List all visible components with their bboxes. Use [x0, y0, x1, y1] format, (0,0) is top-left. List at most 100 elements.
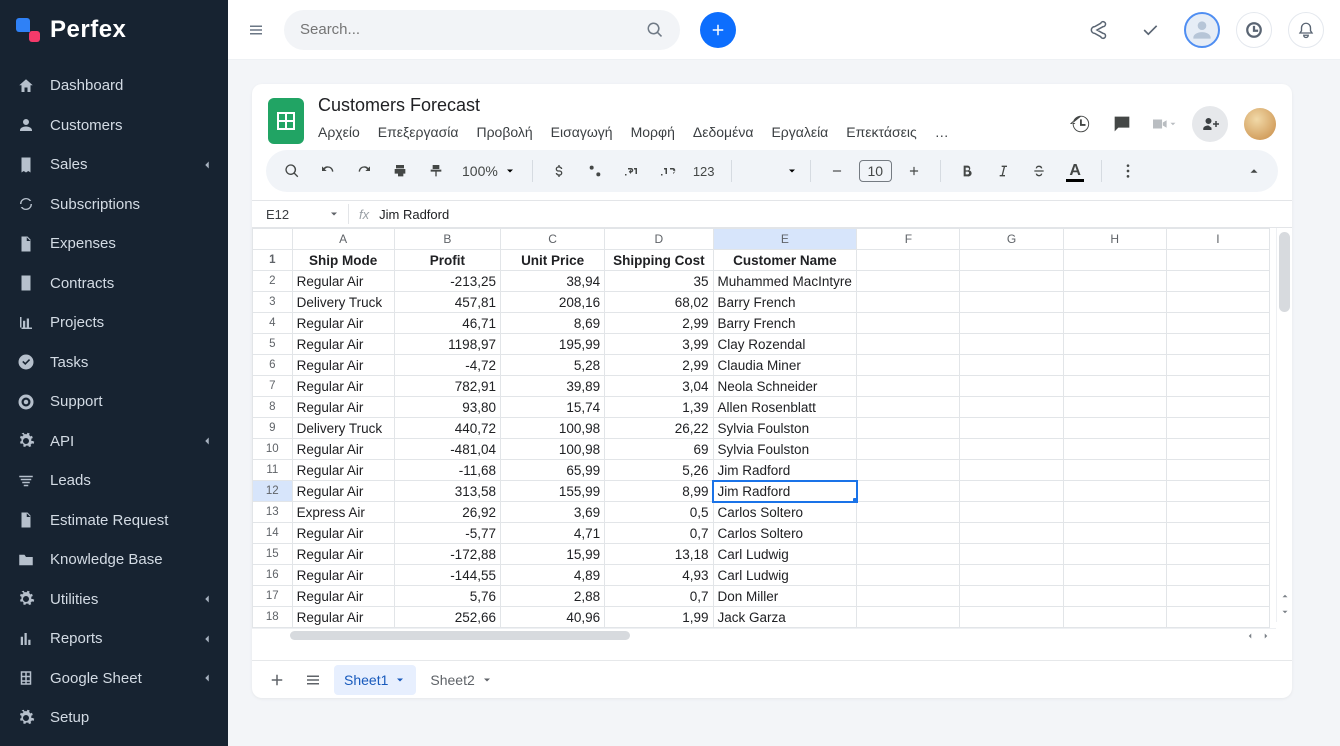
cell-F18[interactable]	[857, 607, 960, 628]
menu-toggle-button[interactable]	[244, 18, 268, 42]
cell-I3[interactable]	[1166, 292, 1269, 313]
cell-I16[interactable]	[1166, 565, 1269, 586]
cell-D10[interactable]: 69	[605, 439, 713, 460]
cell-C4[interactable]: 8,69	[500, 313, 604, 334]
cell-I4[interactable]	[1166, 313, 1269, 334]
row-header-6[interactable]: 6	[253, 355, 293, 376]
sidebar-item-tasks[interactable]: Tasks	[0, 343, 228, 383]
search-input[interactable]	[300, 21, 646, 38]
row-header-8[interactable]: 8	[253, 397, 293, 418]
name-box[interactable]: E12	[252, 207, 348, 222]
cell-D14[interactable]: 0,7	[605, 523, 713, 544]
cell-A6[interactable]: Regular Air	[292, 355, 394, 376]
sidebar-item-dashboard[interactable]: Dashboard	[0, 66, 228, 106]
brand[interactable]: Perfex	[0, 0, 228, 60]
spreadsheet-grid[interactable]: ABCDEFGHI1Ship ModeProfitUnit PriceShipp…	[252, 228, 1270, 628]
row-header-10[interactable]: 10	[253, 439, 293, 460]
cell-C3[interactable]: 208,16	[500, 292, 604, 313]
add-sheet-button[interactable]	[262, 665, 292, 695]
cell-B6[interactable]: -4,72	[394, 355, 500, 376]
cell-D17[interactable]: 0,7	[605, 586, 713, 607]
share-doc-button[interactable]	[1192, 106, 1228, 142]
sidebar-item-setup[interactable]: Setup	[0, 698, 228, 738]
cell-D7[interactable]: 3,04	[605, 376, 713, 397]
menu-Μορφή[interactable]: Μορφή	[631, 124, 675, 140]
cell-I13[interactable]	[1166, 502, 1269, 523]
cell-D3[interactable]: 68,02	[605, 292, 713, 313]
cell-E14[interactable]: Carlos Soltero	[713, 523, 857, 544]
sidebar-item-reports[interactable]: Reports	[0, 619, 228, 659]
cell-B2[interactable]: -213,25	[394, 271, 500, 292]
cell-F1[interactable]	[857, 250, 960, 271]
cell-H8[interactable]	[1063, 397, 1166, 418]
cell-B1[interactable]: Profit	[394, 250, 500, 271]
row-header-13[interactable]: 13	[253, 502, 293, 523]
cell-A12[interactable]: Regular Air	[292, 481, 394, 502]
cell-E8[interactable]: Allen Rosenblatt	[713, 397, 857, 418]
cell-H1[interactable]	[1063, 250, 1166, 271]
cell-A1[interactable]: Ship Mode	[292, 250, 394, 271]
cell-E6[interactable]: Claudia Miner	[713, 355, 857, 376]
cell-G10[interactable]	[960, 439, 1063, 460]
cell-H7[interactable]	[1063, 376, 1166, 397]
cell-B9[interactable]: 440,72	[394, 418, 500, 439]
cell-B13[interactable]: 26,92	[394, 502, 500, 523]
undo-button[interactable]	[314, 157, 342, 185]
cell-A7[interactable]: Regular Air	[292, 376, 394, 397]
row-header-7[interactable]: 7	[253, 376, 293, 397]
user-avatar[interactable]	[1184, 12, 1220, 48]
cell-I6[interactable]	[1166, 355, 1269, 376]
row-header-18[interactable]: 18	[253, 607, 293, 628]
cell-C8[interactable]: 15,74	[500, 397, 604, 418]
cell-D4[interactable]: 2,99	[605, 313, 713, 334]
notifications-button[interactable]	[1288, 12, 1324, 48]
cell-I12[interactable]	[1166, 481, 1269, 502]
cell-C9[interactable]: 100,98	[500, 418, 604, 439]
cell-D5[interactable]: 3,99	[605, 334, 713, 355]
cell-G17[interactable]	[960, 586, 1063, 607]
cell-C7[interactable]: 39,89	[500, 376, 604, 397]
cell-H3[interactable]	[1063, 292, 1166, 313]
increase-decimal-button[interactable]	[653, 157, 681, 185]
paint-format-button[interactable]	[422, 157, 450, 185]
col-header-H[interactable]: H	[1063, 229, 1166, 250]
hscroll-right-button[interactable]	[1258, 629, 1274, 642]
cell-I7[interactable]	[1166, 376, 1269, 397]
vscroll-thumb[interactable]	[1279, 232, 1290, 312]
menu-Επεξεργασία[interactable]: Επεξεργασία	[378, 124, 459, 140]
col-header-E[interactable]: E	[713, 229, 857, 250]
cell-G14[interactable]	[960, 523, 1063, 544]
cell-F16[interactable]	[857, 565, 960, 586]
font-dropdown[interactable]	[744, 158, 798, 184]
cell-G13[interactable]	[960, 502, 1063, 523]
hscroll-left-button[interactable]	[1242, 629, 1258, 642]
cell-I14[interactable]	[1166, 523, 1269, 544]
activity-button[interactable]	[1236, 12, 1272, 48]
cell-C11[interactable]: 65,99	[500, 460, 604, 481]
vscroll-down-button[interactable]	[1277, 604, 1292, 620]
cell-G3[interactable]	[960, 292, 1063, 313]
print-button[interactable]	[386, 157, 414, 185]
cell-H9[interactable]	[1063, 418, 1166, 439]
cell-B8[interactable]: 93,80	[394, 397, 500, 418]
add-button[interactable]	[700, 12, 736, 48]
cell-E5[interactable]: Clay Rozendal	[713, 334, 857, 355]
vertical-scrollbar[interactable]	[1276, 228, 1292, 622]
cell-F6[interactable]	[857, 355, 960, 376]
col-header-A[interactable]: A	[292, 229, 394, 250]
cell-A3[interactable]: Delivery Truck	[292, 292, 394, 313]
cell-I18[interactable]	[1166, 607, 1269, 628]
row-header-3[interactable]: 3	[253, 292, 293, 313]
menu-Αρχείο[interactable]: Αρχείο	[318, 124, 360, 140]
sidebar-item-knowledge-base[interactable]: Knowledge Base	[0, 540, 228, 580]
currency-button[interactable]	[545, 157, 573, 185]
cell-D16[interactable]: 4,93	[605, 565, 713, 586]
cell-A11[interactable]: Regular Air	[292, 460, 394, 481]
google-account-avatar[interactable]	[1244, 108, 1276, 140]
cell-H10[interactable]	[1063, 439, 1166, 460]
menu-Εργαλεία[interactable]: Εργαλεία	[771, 124, 828, 140]
cell-H14[interactable]	[1063, 523, 1166, 544]
cell-H11[interactable]	[1063, 460, 1166, 481]
cell-C2[interactable]: 38,94	[500, 271, 604, 292]
percent-button[interactable]	[581, 157, 609, 185]
